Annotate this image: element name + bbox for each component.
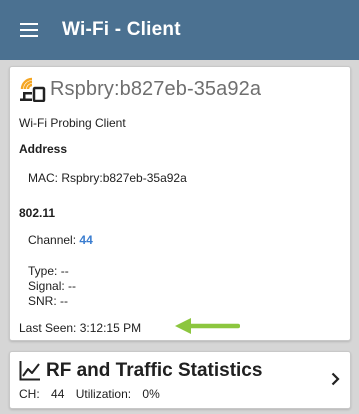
- utilization-label: Utilization:: [75, 387, 132, 401]
- section-80211-heading: 802.11: [19, 206, 56, 220]
- snr-row: SNR: --: [28, 294, 68, 308]
- device-name: Rspbry:b827eb-35a92a: [50, 77, 262, 100]
- channel-label: Channel:: [28, 233, 77, 247]
- stats-summary: CH: 44 Utilization: 0%: [19, 387, 160, 401]
- stats-header: RF and Traffic Statistics: [19, 360, 262, 382]
- signal-label: Signal:: [28, 279, 65, 293]
- mac-row: MAC: Rspbry:b827eb-35a92a: [28, 171, 187, 185]
- menu-button[interactable]: [0, 0, 58, 60]
- last-seen-label: Last Seen:: [19, 321, 77, 335]
- pointer-arrow-icon: [175, 318, 240, 334]
- type-label: Type:: [28, 264, 58, 278]
- last-seen-value: 3:12:15 PM: [79, 321, 142, 335]
- wifi-client-icon: [20, 77, 46, 102]
- type-value: --: [60, 264, 69, 278]
- client-details-card: Rspbry:b827eb-35a92a Wi-Fi Probing Clien…: [9, 66, 351, 341]
- line-chart-icon: [19, 361, 40, 381]
- signal-row: Signal: --: [28, 279, 76, 293]
- channel-link[interactable]: 44: [79, 233, 92, 247]
- address-heading: Address: [19, 142, 68, 156]
- type-row: Type: --: [28, 264, 69, 278]
- rf-traffic-stats-card[interactable]: RF and Traffic Statistics CH: 44 Utiliza…: [9, 351, 351, 409]
- page-title: Wi-Fi - Client: [62, 19, 181, 40]
- chevron-right-icon[interactable]: [331, 372, 340, 386]
- ch-stat: CH: 44: [19, 387, 68, 401]
- signal-value: --: [68, 279, 77, 293]
- app-bar: Wi-Fi - Client: [0, 0, 359, 60]
- snr-label: SNR:: [28, 294, 57, 308]
- mac-label: MAC:: [28, 171, 58, 185]
- mac-value: Rspbry:b827eb-35a92a: [61, 171, 187, 185]
- ch-value: 44: [51, 387, 65, 401]
- menu-icon: [20, 23, 38, 37]
- stats-title: RF and Traffic Statistics: [46, 360, 263, 381]
- ch-label: CH:: [19, 387, 40, 401]
- utilization-value: 0%: [142, 387, 160, 401]
- utilization-stat: Utilization: 0%: [76, 387, 160, 401]
- device-type: Wi-Fi Probing Client: [19, 116, 126, 130]
- device-header: Rspbry:b827eb-35a92a: [19, 76, 261, 102]
- snr-value: --: [60, 294, 69, 308]
- last-seen-row: Last Seen: 3:12:15 PM: [19, 321, 141, 335]
- channel-row: Channel: 44: [28, 233, 93, 247]
